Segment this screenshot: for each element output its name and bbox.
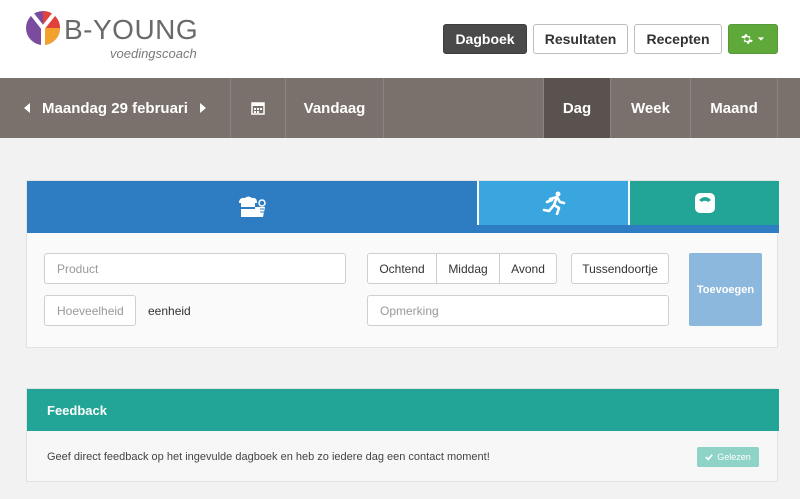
gear-icon — [741, 34, 753, 44]
feedback-panel: Feedback Geef direct feedback op het ing… — [26, 388, 779, 482]
diary-entry-card: Ochtend Middag Avond Tussendoortje eenhe… — [26, 180, 779, 348]
current-date[interactable]: Maandag 29 februari — [42, 100, 188, 117]
results-button[interactable]: Resultaten — [533, 24, 628, 54]
logo-mark-icon — [26, 11, 60, 46]
view-month-button[interactable]: Maand — [691, 78, 778, 138]
chevron-right-icon[interactable] — [198, 103, 206, 113]
recipes-button[interactable]: Recepten — [634, 24, 722, 54]
note-field[interactable] — [367, 295, 669, 326]
running-icon — [542, 191, 565, 215]
tab-sport[interactable] — [479, 181, 628, 225]
mark-read-button[interactable]: Gelezen — [697, 447, 759, 467]
meal-evening-button[interactable]: Avond — [500, 254, 556, 283]
diary-button[interactable]: Dagboek — [443, 24, 527, 54]
product-field[interactable] — [44, 253, 346, 284]
amount-input[interactable] — [57, 296, 135, 325]
food-icon — [239, 196, 266, 217]
active-tab-indicator — [27, 225, 779, 233]
snack-button[interactable]: Tussendoortje — [571, 253, 669, 284]
brand-name: B-YOUNG — [64, 14, 199, 45]
meal-morning-button[interactable]: Ochtend — [368, 254, 437, 283]
tab-weight[interactable] — [630, 181, 779, 225]
unit-label[interactable]: eenheid — [148, 304, 191, 318]
check-icon — [705, 454, 714, 461]
meal-time-selector: Ochtend Middag Avond — [367, 253, 557, 284]
today-button[interactable]: Vandaag — [286, 78, 384, 138]
feedback-title: Feedback — [27, 389, 779, 431]
calendar-button[interactable] — [231, 78, 286, 138]
amount-field[interactable] — [44, 295, 136, 326]
note-input[interactable] — [380, 296, 668, 325]
entry-type-tabs — [27, 181, 779, 233]
date-navigation-bar: Maandag 29 februari Vandaag Dag Week Maa… — [0, 78, 800, 138]
settings-button[interactable] — [728, 24, 778, 54]
view-day-button[interactable]: Dag — [544, 78, 611, 138]
product-input[interactable] — [57, 254, 345, 283]
view-week-button[interactable]: Week — [611, 78, 691, 138]
logo[interactable]: B-YOUNG voedingscoach — [24, 6, 204, 62]
mark-read-label: Gelezen — [717, 452, 751, 462]
caret-down-icon — [757, 37, 765, 41]
date-selector: Maandag 29 februari — [0, 78, 231, 138]
feedback-text: Geef direct feedback op het ingevulde da… — [47, 451, 490, 463]
header: B-YOUNG voedingscoach Dagboek Resultaten… — [0, 0, 800, 78]
scale-icon — [694, 193, 715, 213]
add-button[interactable]: Toevoegen — [689, 253, 762, 326]
meal-afternoon-button[interactable]: Middag — [437, 254, 500, 283]
datebar-spacer — [384, 78, 544, 138]
brand-tagline: voedingscoach — [110, 46, 197, 61]
calendar-icon — [251, 102, 265, 115]
chevron-left-icon[interactable] — [24, 103, 32, 113]
